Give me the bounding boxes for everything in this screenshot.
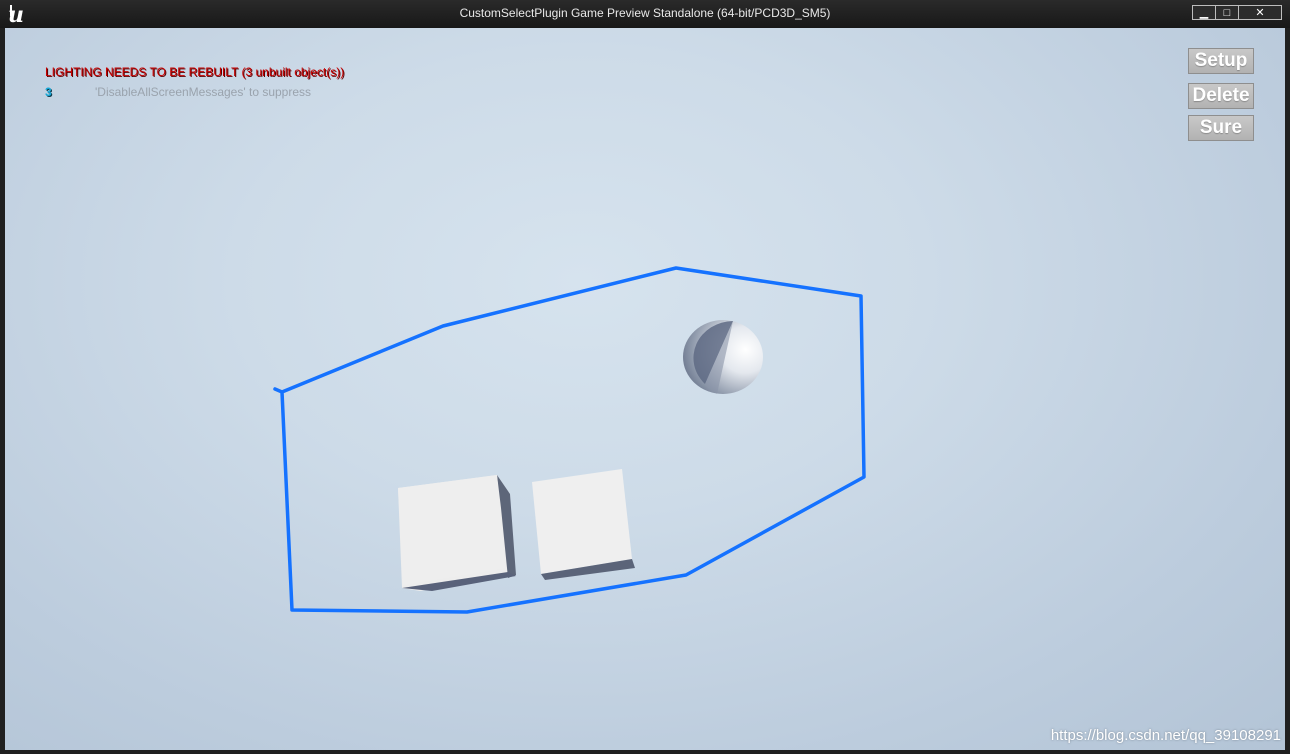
watermark-text: https://blog.csdn.net/qq_39108291 bbox=[1050, 727, 1281, 744]
scene-render bbox=[273, 266, 866, 614]
cube-object[interactable] bbox=[398, 475, 516, 591]
delete-button[interactable]: Delete bbox=[1188, 83, 1254, 109]
lighting-warning: LIGHTING NEEDS TO BE REBUILT (3 unbuilt … bbox=[45, 65, 345, 79]
game-preview-window: u CustomSelectPlugin Game Preview Standa… bbox=[0, 0, 1290, 754]
minimize-icon: ▁ bbox=[1199, 7, 1209, 19]
close-button[interactable]: ✕ bbox=[1238, 5, 1282, 20]
maximize-icon: □ bbox=[1223, 6, 1231, 19]
maximize-button[interactable]: □ bbox=[1215, 5, 1239, 20]
sure-button[interactable]: Sure bbox=[1188, 115, 1254, 141]
setup-button[interactable]: Setup bbox=[1188, 48, 1254, 74]
sphere-object[interactable] bbox=[683, 320, 763, 394]
minimize-button[interactable]: ▁ bbox=[1192, 5, 1216, 20]
close-icon: ✕ bbox=[1255, 7, 1265, 19]
cube-object[interactable] bbox=[532, 469, 635, 580]
title-bar[interactable]: u CustomSelectPlugin Game Preview Standa… bbox=[0, 0, 1290, 28]
suppress-hint: 'DisableAllScreenMessages' to suppress bbox=[95, 85, 312, 99]
message-count: 3 bbox=[45, 85, 52, 99]
game-viewport[interactable]: LIGHTING NEEDS TO BE REBUILT (3 unbuilt … bbox=[5, 28, 1285, 750]
window-title: CustomSelectPlugin Game Preview Standalo… bbox=[459, 6, 831, 20]
window-controls: ▁ □ ✕ bbox=[1192, 5, 1282, 21]
